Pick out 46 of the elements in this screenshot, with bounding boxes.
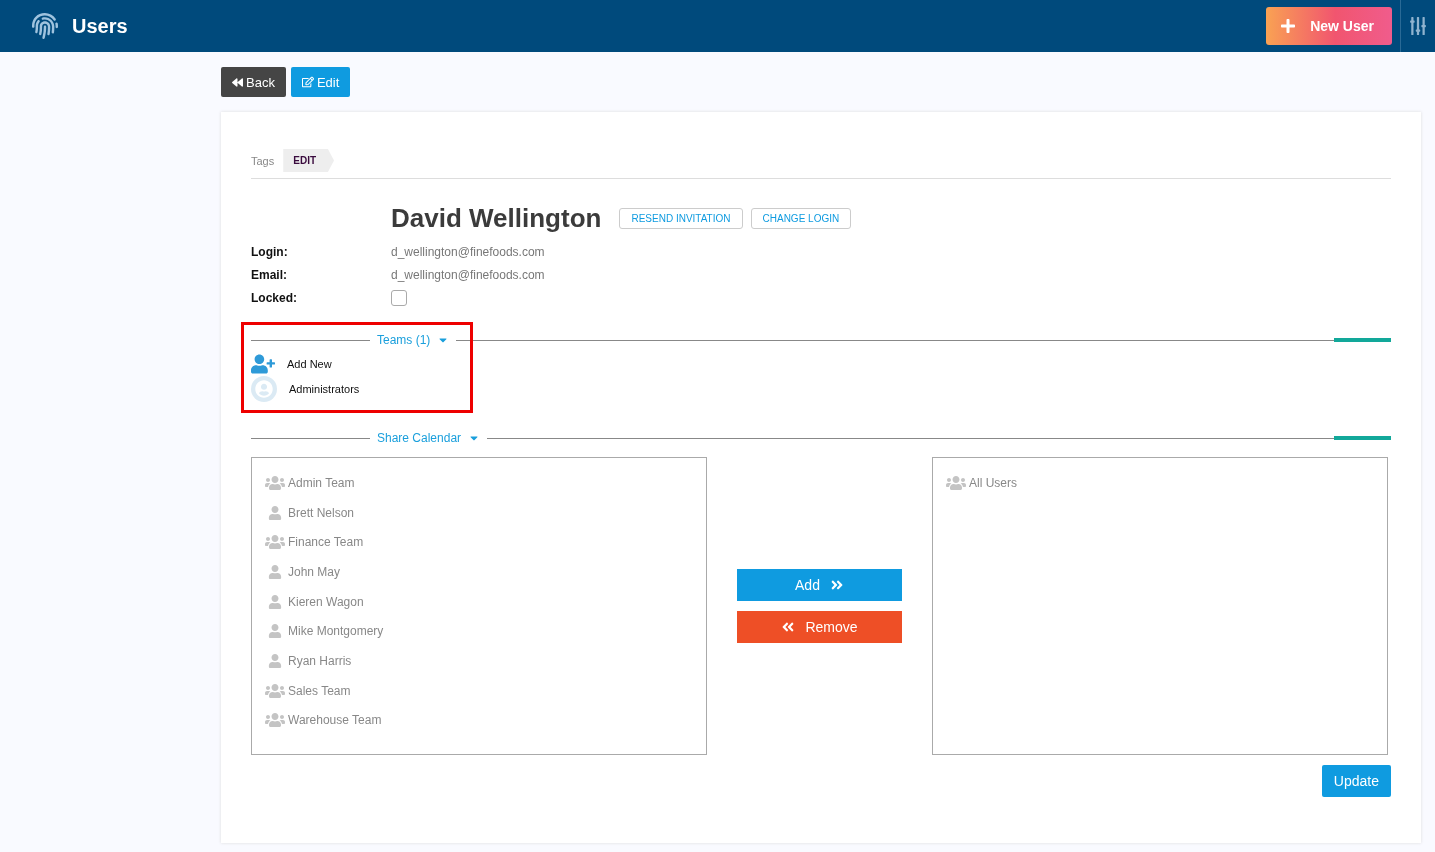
list-item[interactable]: John May xyxy=(265,557,693,587)
outline-button[interactable]: CHANGE LOGIN xyxy=(750,208,852,229)
field-value: d_wellington@finefoods.com xyxy=(391,244,545,259)
double-chevron-icon xyxy=(781,620,796,634)
user-icon xyxy=(268,564,282,579)
list-item[interactable]: Sales Team xyxy=(265,675,693,706)
field-label: Email: xyxy=(251,267,288,282)
field-value: d_wellington@finefoods.com xyxy=(391,267,545,282)
sliders-icon[interactable] xyxy=(1409,17,1427,35)
back-button[interactable]: Back xyxy=(221,67,286,97)
field-label: Login: xyxy=(251,244,289,259)
team-item[interactable]: Administrators xyxy=(251,376,1391,401)
double-chevron-icon xyxy=(829,578,844,592)
list-item[interactable]: Warehouse Team xyxy=(265,705,693,736)
user-icon xyxy=(268,594,282,609)
tag[interactable]: EDIT xyxy=(283,149,335,172)
rewind-icon xyxy=(232,76,243,88)
add-button[interactable]: Add xyxy=(737,569,902,601)
user-icon xyxy=(268,624,282,639)
avatar-icon xyxy=(251,375,277,402)
user-name: David Wellington xyxy=(391,203,602,234)
list-item[interactable]: All Users xyxy=(946,468,1374,498)
field-label: Locked: xyxy=(251,290,298,305)
list-item[interactable]: Brett Nelson xyxy=(265,497,693,528)
tags-label: Tags xyxy=(251,154,275,167)
list-item[interactable]: Ryan Harris xyxy=(265,646,693,676)
remove-button[interactable]: Remove xyxy=(737,611,902,643)
list-item[interactable]: Admin Team xyxy=(265,468,693,498)
list-item[interactable]: Mike Montgomery xyxy=(265,616,693,647)
fingerprint-logo-icon xyxy=(32,13,58,39)
user-icon xyxy=(268,505,282,520)
outline-button[interactable]: RESEND INVITATION xyxy=(619,208,743,229)
locked-checkbox[interactable] xyxy=(391,289,407,306)
page-title: Users xyxy=(72,14,129,38)
edit-button[interactable]: Edit xyxy=(290,67,351,97)
new-user-button[interactable]: New User xyxy=(1266,7,1392,45)
section-toggle[interactable]: Teams (1) xyxy=(370,333,457,347)
list-item[interactable]: Finance Team xyxy=(265,527,693,558)
team-item[interactable]: Add New xyxy=(251,351,1391,376)
update-button[interactable]: Update xyxy=(1321,765,1391,797)
list-item[interactable]: Kieren Wagon xyxy=(265,586,693,617)
plus-icon xyxy=(1280,18,1297,34)
user-icon xyxy=(268,653,282,668)
section-toggle[interactable]: Share Calendar xyxy=(370,431,488,445)
add-user-icon xyxy=(251,351,275,376)
edit-icon xyxy=(301,76,314,88)
